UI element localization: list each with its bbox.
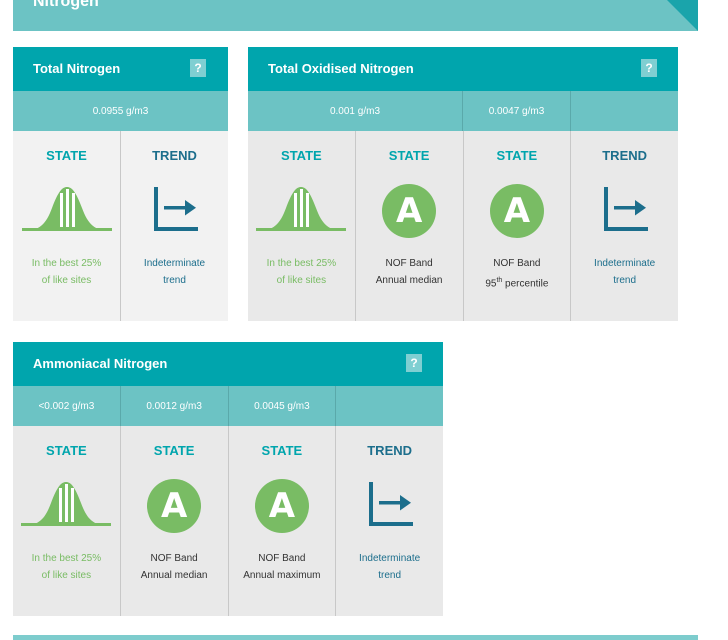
bell-curve-icon [256,184,347,239]
panel-total-nitrogen: Total Nitrogen ? 0.0955 g/m3 STATE In th… [13,47,228,321]
panel-title: Total Nitrogen [33,61,121,76]
panel-header: Total Nitrogen ? [13,47,228,91]
value-cell: <0.002 g/m3 [13,386,121,426]
bell-curve-icon [21,479,112,534]
indicator-heading: STATE [46,148,87,163]
indicator-trend: TREND Indeterminate trend [571,131,678,321]
indicator-caption: In the best 25% of like sites [266,258,337,286]
indicator-heading: STATE [153,443,195,458]
panel-ammoniacal-nitrogen: Ammoniacal Nitrogen ? <0.002 g/m3 0.0012… [13,342,443,616]
indicator-state: STATE A NOF Band Annual maximum [229,426,337,616]
help-button[interactable]: ? [190,59,206,77]
section-divider [13,635,698,640]
help-button[interactable]: ? [641,59,657,77]
indicator-caption: Indeterminate trend [143,258,206,286]
trend-indeterminate-icon [600,184,650,239]
indicator-heading: STATE [261,443,303,458]
indicator-state: STATE In the best 25% of like sites [248,131,356,321]
grade-a-icon: A [147,479,202,533]
indicator-state: STATE In the best 25% of like sites [13,426,121,616]
values-row: 0.0955 g/m3 [13,91,228,131]
indicator-caption: NOF Band Annual maximum [243,553,321,581]
panel-total-oxidised-nitrogen: Total Oxidised Nitrogen ? 0.001 g/m3 0.0… [248,47,678,321]
panel-header: Ammoniacal Nitrogen ? [13,342,443,386]
indicator-state: STATE A NOF Band Annual median [356,131,464,321]
trend-indeterminate-icon [365,479,415,534]
grade-a-icon: A [254,479,309,533]
indicator-caption: Indeterminate trend [594,258,656,286]
indicator-caption: NOF Band Annual median [375,258,443,286]
value-cell [571,91,678,131]
indicator-caption: NOF Band Annual median [140,553,208,581]
trend-indeterminate-icon [150,184,200,239]
indicator-heading: TREND [152,148,197,163]
panel-title: Ammoniacal Nitrogen [33,356,168,371]
panel-title: Total Oxidised Nitrogen [268,61,414,76]
indicator-heading: STATE [496,148,538,163]
bell-curve-icon [21,184,112,239]
indicator-heading: TREND [367,443,413,458]
indicator-caption: In the best 25% of like sites [31,553,102,581]
help-button[interactable]: ? [406,354,422,372]
indicator-state: STATE A NOF Band 95th percentile [464,131,572,321]
indicator-row: STATE In the best 25% of like sites TREND… [13,131,228,321]
values-row: 0.001 g/m3 0.0047 g/m3 [248,91,678,131]
value-cell: 0.001 g/m3 [248,91,463,131]
value-cell: 0.0045 g/m3 [229,386,337,426]
value-cell: 0.0047 g/m3 [463,91,571,131]
indicator-state: STATE A NOF Band Annual median [121,426,229,616]
indicator-trend: TREND Indeterminate trend [336,426,443,616]
section-title: Nitrogen [33,0,99,10]
indicator-heading: STATE [388,148,430,163]
indicator-row: STATE In the best 25% of like sites STATE… [248,131,678,321]
indicator-heading: STATE [46,443,87,458]
value-cell: 0.0955 g/m3 [92,105,149,117]
indicator-row: STATE In the best 25% of like sites STATE… [13,426,443,616]
value-cell [336,386,443,426]
indicator-trend: TREND Indeterminate trend [121,131,228,321]
indicator-caption: NOF Band 95th percentile [485,258,549,290]
indicator-heading: TREND [602,148,648,163]
grade-a-icon: A [382,184,437,238]
indicator-caption: In the best 25% of like sites [31,258,102,286]
section-banner: Nitrogen [13,0,698,31]
grade-a-icon: A [489,184,544,238]
indicator-caption: Indeterminate trend [359,553,421,581]
indicator-state: STATE In the best 25% of like sites [13,131,121,321]
value-cell: 0.0012 g/m3 [121,386,229,426]
banner-corner-decoration [667,0,698,31]
indicator-heading: STATE [281,148,322,163]
values-row: <0.002 g/m3 0.0012 g/m3 0.0045 g/m3 [13,386,443,426]
panel-header: Total Oxidised Nitrogen ? [248,47,678,91]
